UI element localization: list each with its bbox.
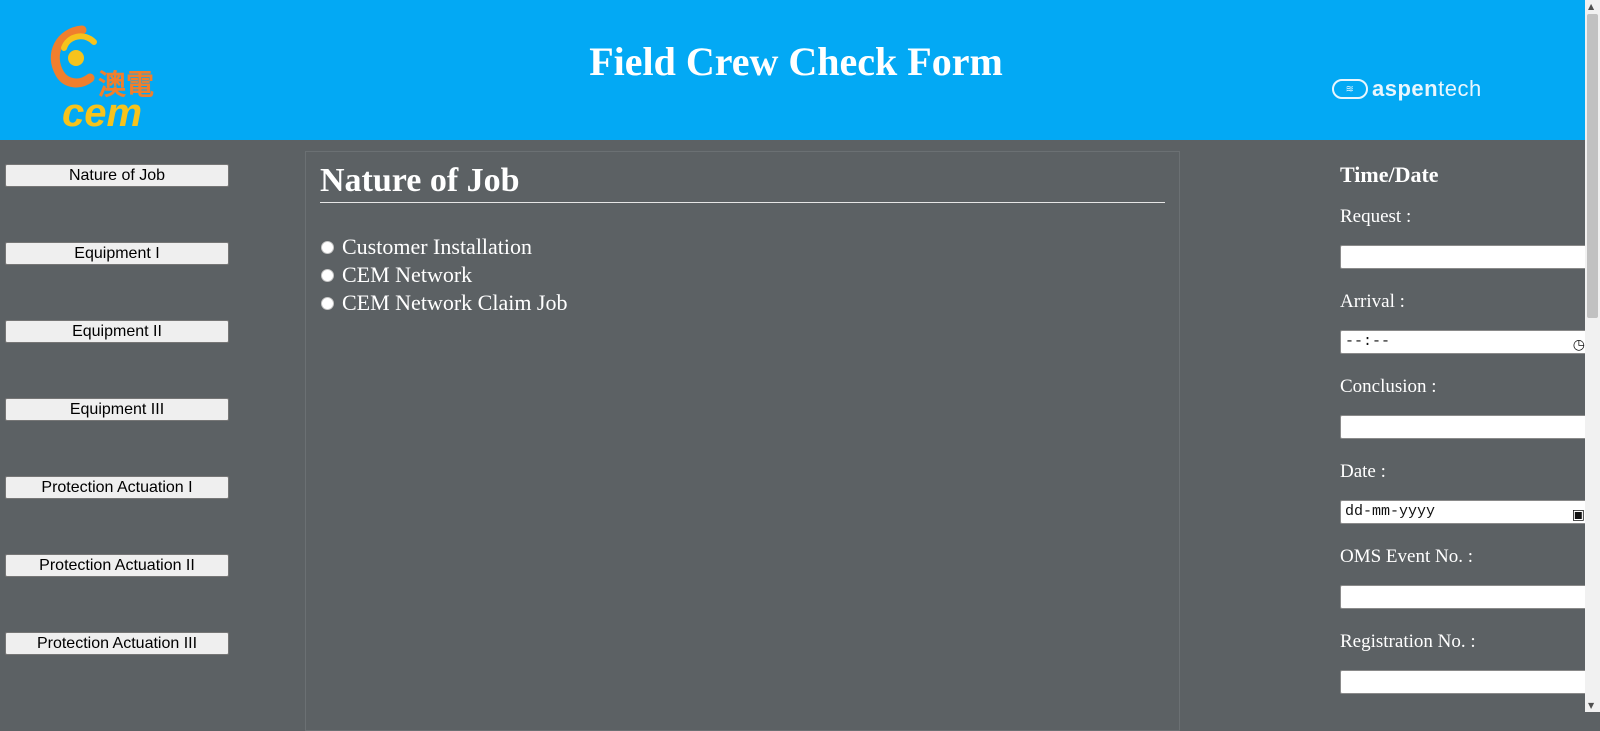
oms-event-no-label: OMS Event No. : bbox=[1340, 546, 1473, 567]
time-date-panel: Time/Date Request : Arrival : --:-- ◷ Co… bbox=[1340, 162, 1600, 713]
section-heading: Nature of Job bbox=[320, 162, 1165, 203]
radio-option[interactable]: Customer Installation bbox=[320, 233, 1165, 261]
oms-event-no-input[interactable] bbox=[1340, 585, 1600, 609]
scroll-up-arrow-icon[interactable]: ▲ bbox=[1588, 2, 1594, 11]
time-date-heading: Time/Date bbox=[1340, 162, 1439, 187]
aspentech-logo-prefix: aspen bbox=[1372, 76, 1439, 101]
radio-unchecked-icon[interactable] bbox=[321, 240, 334, 254]
request-input[interactable] bbox=[1340, 245, 1600, 269]
calendar-icon[interactable]: ▣ bbox=[1572, 504, 1585, 526]
radio-label: Customer Installation bbox=[342, 234, 533, 259]
radio-unchecked-icon[interactable] bbox=[321, 268, 334, 282]
radio-option[interactable]: CEM Network Claim Job bbox=[320, 289, 1165, 317]
job-type-radio-group: Customer Installation CEM Network CEM Ne… bbox=[320, 233, 1165, 317]
registration-no-label: Registration No. : bbox=[1340, 631, 1476, 652]
radio-option[interactable]: CEM Network bbox=[320, 261, 1165, 289]
app-header: 澳電 cem Field Crew Check Form ≋ aspentech bbox=[0, 0, 1586, 140]
nav-protection-actuation-3-button[interactable]: Protection Actuation III bbox=[5, 632, 229, 655]
aspentech-logo-suffix: tech bbox=[1438, 76, 1482, 101]
nav-nature-of-job-button[interactable]: Nature of Job bbox=[5, 164, 229, 187]
nav-equipment-1-button[interactable]: Equipment I bbox=[5, 242, 229, 265]
aspentech-logo: ≋ aspentech bbox=[1332, 76, 1482, 102]
request-label: Request : bbox=[1340, 206, 1412, 227]
conclusion-input[interactable] bbox=[1340, 415, 1600, 439]
nav-equipment-2-button[interactable]: Equipment II bbox=[5, 320, 229, 343]
date-input[interactable]: dd-mm-yyyy ▣ bbox=[1340, 500, 1600, 524]
arrival-time-value: --:-- bbox=[1345, 333, 1391, 350]
page-scrollbar[interactable]: ▲ ▼ bbox=[1585, 0, 1600, 712]
arrival-time-input[interactable]: --:-- ◷ bbox=[1340, 330, 1600, 354]
nature-of-job-panel: Nature of Job Customer Installation CEM … bbox=[305, 151, 1180, 731]
aspentech-swirl-icon: ≋ bbox=[1332, 79, 1368, 99]
radio-label: CEM Network bbox=[342, 262, 473, 287]
clock-icon[interactable]: ◷ bbox=[1573, 334, 1585, 356]
conclusion-label: Conclusion : bbox=[1340, 376, 1437, 397]
arrival-label: Arrival : bbox=[1340, 291, 1405, 312]
nav-equipment-3-button[interactable]: Equipment III bbox=[5, 398, 229, 421]
radio-unchecked-icon[interactable] bbox=[321, 296, 334, 310]
scrollbar-thumb[interactable] bbox=[1587, 14, 1598, 318]
radio-label: CEM Network Claim Job bbox=[342, 290, 568, 315]
registration-no-input[interactable] bbox=[1340, 670, 1600, 694]
nav-protection-actuation-2-button[interactable]: Protection Actuation II bbox=[5, 554, 229, 577]
cem-logo-latin: cem bbox=[62, 91, 142, 134]
scroll-down-arrow-icon[interactable]: ▼ bbox=[1588, 701, 1594, 710]
date-value: dd-mm-yyyy bbox=[1345, 503, 1436, 520]
date-label: Date : bbox=[1340, 461, 1386, 482]
section-nav: Nature of Job Equipment I Equipment II E… bbox=[5, 164, 231, 710]
nav-protection-actuation-1-button[interactable]: Protection Actuation I bbox=[5, 476, 229, 499]
